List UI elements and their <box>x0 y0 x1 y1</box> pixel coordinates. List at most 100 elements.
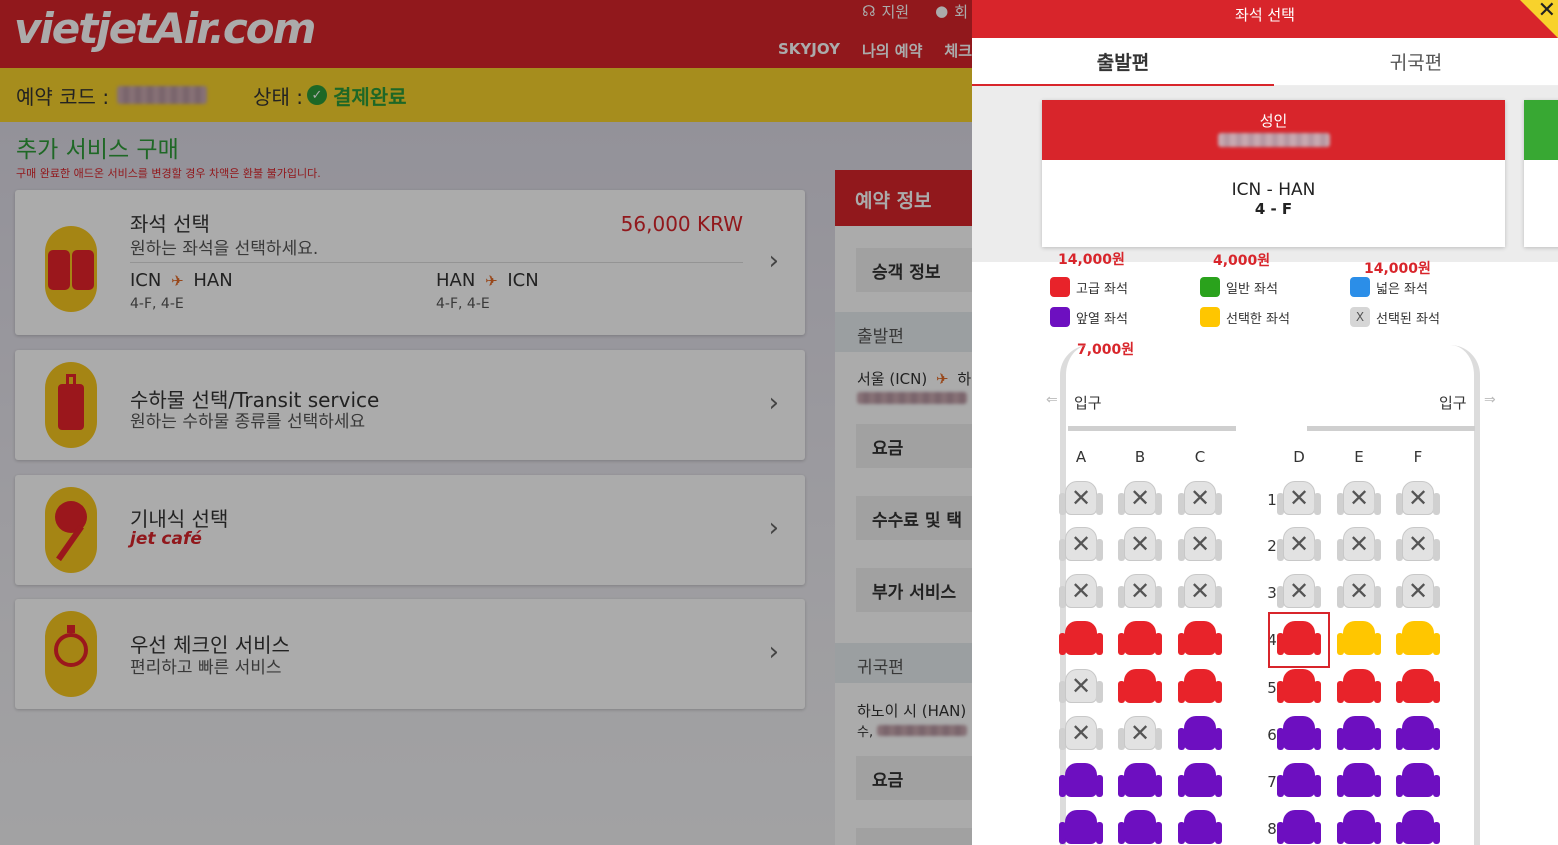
seat-8C[interactable] <box>1178 810 1222 845</box>
priority-card-subtitle: 편리하고 빠른 서비스 <box>130 658 282 678</box>
seat-6E[interactable] <box>1337 716 1381 754</box>
x-mark-icon: ✕ <box>1288 530 1310 558</box>
return-more[interactable] <box>856 828 972 845</box>
x-mark-icon: ✕ <box>1070 577 1092 605</box>
account-link[interactable]: ● 회 <box>935 0 968 22</box>
x-mark-icon: ✕ <box>1348 530 1370 558</box>
outbound-fare[interactable]: 요금 <box>856 424 972 468</box>
seat-4B[interactable] <box>1118 621 1162 659</box>
panel-title: 좌석 선택 <box>1235 6 1295 24</box>
support-link[interactable]: ☊ 지원 <box>862 0 909 22</box>
return-date: 수, <box>857 721 968 740</box>
menu-checkin[interactable]: 체크 <box>944 40 972 61</box>
booking-code-redacted <box>117 86 208 104</box>
chevron-right-icon[interactable]: › <box>769 246 779 276</box>
seat-column-label: F <box>1413 448 1423 466</box>
legend-selected: 선택한 좌석 <box>1200 307 1290 327</box>
seat-5A: ✕ <box>1059 669 1103 707</box>
seat-5E[interactable] <box>1337 669 1381 707</box>
x-mark-icon: ✕ <box>1288 577 1310 605</box>
seat-6A: ✕ <box>1059 716 1103 754</box>
seat-3D: ✕ <box>1277 574 1321 612</box>
seat-5F[interactable] <box>1396 669 1440 707</box>
seat-7C[interactable] <box>1178 763 1222 801</box>
passenger-info-button[interactable]: 승객 정보 <box>856 248 972 292</box>
route-outbound-seats: 4-F, 4-E <box>130 296 184 312</box>
seat-8D[interactable] <box>1277 810 1321 845</box>
seat-5D[interactable] <box>1277 669 1321 707</box>
top-links: ☊ 지원 ● 회 <box>862 0 972 22</box>
legend-swatch <box>1050 277 1070 297</box>
seat-1D: ✕ <box>1277 481 1321 519</box>
seat-7B[interactable] <box>1118 763 1162 801</box>
seat-6F[interactable] <box>1396 716 1440 754</box>
outbound-date-redacted <box>857 392 967 404</box>
next-passenger-card[interactable] <box>1524 100 1558 247</box>
vietjet-logo[interactable]: vietjetAir.com <box>14 4 316 53</box>
passenger-card[interactable]: 성인 ICN - HAN 4 - F <box>1042 100 1505 247</box>
seat-5C[interactable] <box>1178 669 1222 707</box>
x-mark-icon: ✕ <box>1189 530 1211 558</box>
x-mark-icon: ✕ <box>1407 577 1429 605</box>
stopwatch-icon <box>45 611 97 697</box>
legend-swatch <box>1200 277 1220 297</box>
seat-selection-panel: 좌석 선택 ✕ 출발편 귀국편 성인 ICN - HAN 4 - F 14,00… <box>972 0 1558 845</box>
route-return-seats: 4-F, 4-E <box>436 296 490 312</box>
return-fare[interactable]: 요금 <box>856 756 972 800</box>
seat-8F[interactable] <box>1396 810 1440 845</box>
seat-7D[interactable] <box>1277 763 1321 801</box>
menu-my-booking[interactable]: 나의 예약 <box>862 40 922 61</box>
chevron-right-icon[interactable]: › <box>769 513 779 543</box>
outbound-fees[interactable]: 수수료 및 택 <box>856 496 972 540</box>
seat-1E: ✕ <box>1337 481 1381 519</box>
x-mark-icon: ✕ <box>1407 484 1429 512</box>
passenger-type: 성인 <box>1259 112 1288 130</box>
extra-services-note: 구매 완료한 애드온 서비스를 변경할 경우 차액은 환불 불가입니다. <box>16 167 321 180</box>
booking-status-bar: 예약 코드 : 상태 : ✓ 결제완료 <box>0 68 972 122</box>
seat-2C: ✕ <box>1178 527 1222 565</box>
seat-4E[interactable] <box>1337 621 1381 659</box>
seat-4A[interactable] <box>1059 621 1103 659</box>
menu-skyjoy[interactable]: SKYJOY <box>778 40 840 61</box>
seat-3E: ✕ <box>1337 574 1381 612</box>
seat-7A[interactable] <box>1059 763 1103 801</box>
seat-column-label: D <box>1293 448 1305 466</box>
jet-cafe-logo: jet café <box>130 529 202 549</box>
seat-7E[interactable] <box>1337 763 1381 801</box>
priority-checkin-card[interactable]: 우선 체크인 서비스 편리하고 빠른 서비스 › <box>15 599 805 709</box>
seat-3C: ✕ <box>1178 574 1222 612</box>
entrance-right: 입구 <box>1439 394 1467 412</box>
legend-front: 앞열 좌석 <box>1050 307 1128 327</box>
seat-6C[interactable] <box>1178 716 1222 754</box>
chevron-right-icon[interactable]: › <box>769 388 779 418</box>
seat-4D[interactable] <box>1268 612 1330 668</box>
baggage-card[interactable]: 수하물 선택/Transit service 원하는 수하물 종류를 선택하세요… <box>15 350 805 460</box>
seat-icon <box>45 226 97 312</box>
seat-column-label: B <box>1134 448 1146 466</box>
close-icon[interactable]: ✕ <box>1538 0 1556 23</box>
legend-price-standard: 4,000원 <box>1213 253 1271 269</box>
outbound-addons[interactable]: 부가 서비스 <box>856 568 972 612</box>
seat-column-label: C <box>1194 448 1206 466</box>
x-mark-icon: ✕ <box>1407 530 1429 558</box>
seat-card-title: 좌석 선택 <box>130 212 210 236</box>
seat-6D[interactable] <box>1277 716 1321 754</box>
tab-return[interactable]: 귀국편 <box>1274 38 1558 86</box>
seat-4C[interactable] <box>1178 621 1222 659</box>
seat-8E[interactable] <box>1337 810 1381 845</box>
tab-outbound[interactable]: 출발편 <box>972 38 1274 86</box>
legend-wide: 넓은 좌석 <box>1350 277 1428 297</box>
seat-selection-card[interactable]: 좌석 선택 원하는 좌석을 선택하세요. 56,000 KRW ICN ✈ HA… <box>15 190 805 335</box>
seat-8B[interactable] <box>1118 810 1162 845</box>
seat-7F[interactable] <box>1396 763 1440 801</box>
seat-8A[interactable] <box>1059 810 1103 845</box>
seat-5B[interactable] <box>1118 669 1162 707</box>
meal-card[interactable]: 기내식 선택 jet café › <box>15 475 805 585</box>
chevron-right-icon[interactable]: › <box>769 637 779 667</box>
legend-premium: 고급 좌석 <box>1050 277 1128 297</box>
legend-swatch: X <box>1350 307 1370 327</box>
seat-4F[interactable] <box>1396 621 1440 659</box>
check-circle-icon: ✓ <box>306 85 327 105</box>
passenger-carousel: 성인 ICN - HAN 4 - F <box>972 86 1558 262</box>
passenger-seat: 4 - F <box>1254 200 1293 218</box>
